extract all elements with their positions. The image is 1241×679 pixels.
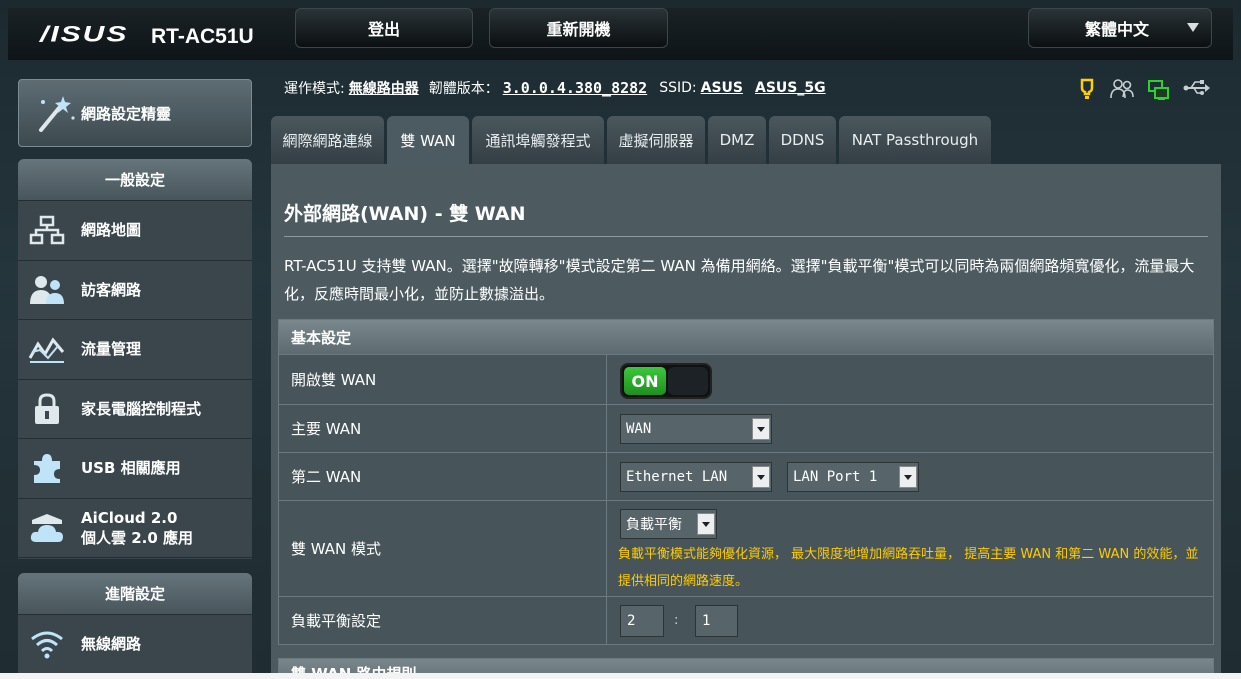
mode-hint: 負載平衡模式能夠優化資源， 最大限度地增加網路吞吐量， 提高主要 WAN 和第二… — [618, 547, 1199, 589]
operation-mode-link[interactable]: 無線路由器 — [349, 78, 419, 98]
tab-dmz[interactable]: DMZ — [708, 116, 766, 164]
chevron-down-icon — [1187, 23, 1199, 32]
asus-logo: /ISUS — [40, 22, 129, 47]
language-label: 繁體中文 — [1085, 20, 1150, 39]
load-balance-label: 負載平衡設定 — [279, 597, 607, 644]
title-divider — [284, 236, 1208, 237]
advanced-settings-title: 進階設定 — [18, 573, 252, 615]
dual-wan-mode-select[interactable]: 負載平衡 — [620, 509, 717, 539]
toggle-on-label: ON — [624, 367, 666, 395]
general-settings-title: 一般設定 — [18, 159, 252, 201]
sidebar-item-usb-application[interactable]: USB 相關應用 — [18, 439, 252, 499]
firmware-label: 韌體版本： — [428, 81, 499, 97]
wizard-label: 網路設定精靈 — [81, 104, 172, 123]
tab-ddns[interactable]: DDNS — [769, 116, 836, 164]
table-row: 主要 WAN WAN — [279, 404, 1213, 452]
sidebar-item-traffic-manager[interactable]: 流量管理 — [18, 320, 252, 380]
dual-wan-toggle[interactable]: ON — [620, 363, 712, 399]
primary-wan-select[interactable]: WAN — [620, 414, 772, 444]
language-select[interactable]: 繁體中文 — [1028, 8, 1212, 48]
status-icons — [1077, 78, 1211, 102]
ssid-label: SSID: — [659, 80, 697, 96]
main-panel: 外部網路(WAN) - 雙 WAN RT-AC51U 支持雙 WAN。選擇"故障… — [271, 164, 1221, 679]
primary-wan-value: WAN — [626, 421, 652, 437]
page-description: RT-AC51U 支持雙 WAN。選擇"故障轉移"模式設定第二 WAN 為備用網… — [284, 257, 1195, 303]
ratio-separator: : — [674, 613, 679, 628]
section-title: 基本設定 — [279, 320, 1213, 354]
quick-setup-wizard-button[interactable]: 網路設定精靈 — [18, 79, 252, 147]
wifi-icon — [28, 627, 66, 661]
basic-config-table: 基本設定 開啟雙 WAN ON 主要 WAN WAN 第二 WAN Ethern… — [278, 319, 1214, 645]
advanced-settings-menu: 進階設定 無線網路 — [18, 573, 252, 679]
aicloud-sublabel: 個人雲 2.0 應用 — [81, 528, 194, 547]
chevron-down-icon — [697, 513, 715, 535]
sidebar-item-guest-network[interactable]: 訪客網路 — [18, 260, 252, 320]
sidebar-item-wireless[interactable]: 無線網路 — [18, 615, 252, 675]
lock-icon — [28, 392, 66, 426]
tab-internet-connection[interactable]: 網際網路連線 — [271, 116, 384, 164]
sidebar-item-aicloud[interactable]: AiCloud 2.0 個人雲 2.0 應用 — [18, 498, 252, 558]
aicloud-label: AiCloud 2.0 — [81, 508, 178, 527]
enable-dual-wan-label: 開啟雙 WAN — [279, 355, 607, 404]
sidebar-item-label: 網路地圖 — [81, 221, 142, 240]
sidebar-item-label: USB 相關應用 — [81, 459, 181, 478]
load-balance-ratio-primary-input[interactable]: 2 — [620, 605, 664, 637]
tab-port-trigger[interactable]: 通訊埠觸發程式 — [472, 116, 604, 164]
notification-bulb-icon[interactable] — [1077, 78, 1097, 100]
traffic-manager-icon — [28, 332, 66, 366]
table-row: 開啟雙 WAN ON — [279, 354, 1213, 404]
chevron-down-icon — [752, 418, 770, 440]
router-model: RT-AC51U — [151, 25, 254, 48]
table-row: 雙 WAN 模式 負載平衡 負載平衡模式能夠優化資源， 最大限度地增加網路吞吐量… — [279, 500, 1213, 596]
lan-port-select[interactable]: LAN Port 1 — [787, 462, 919, 492]
ssid-link-2[interactable]: ASUS_5G — [755, 80, 826, 96]
reboot-button[interactable]: 重新開機 — [489, 8, 668, 48]
logout-button[interactable]: 登出 — [295, 8, 473, 48]
secondary-wan-label: 第二 WAN — [279, 453, 607, 500]
magic-wand-icon — [39, 96, 75, 132]
sidebar-item-label: 流量管理 — [81, 340, 142, 359]
puzzle-icon — [28, 451, 66, 485]
ssid-link-1[interactable]: ASUS — [701, 80, 743, 96]
tab-dual-wan[interactable]: 雙 WAN — [387, 116, 469, 164]
chevron-down-icon — [899, 466, 917, 488]
secondary-wan-value: Ethernet LAN — [626, 469, 728, 485]
secondary-wan-select[interactable]: Ethernet LAN — [620, 462, 772, 492]
window-bottom-edge — [0, 673, 1241, 679]
cloud-icon — [28, 511, 66, 545]
page-title: 外部網路(WAN) - 雙 WAN — [284, 203, 526, 225]
wan-tabs: 網際網路連線 雙 WAN 通訊埠觸發程式 虛擬伺服器 DMZ DDNS NAT … — [271, 116, 991, 164]
operation-mode-label: 運作模式: — [284, 81, 345, 97]
sidebar-item-label: 訪客網路 — [81, 280, 142, 299]
dual-wan-mode-value: 負載平衡 — [626, 517, 682, 533]
general-settings-menu: 一般設定 網路地圖 訪客網路 流量管理 家長電腦控制程式 USB 相關應用 Ai… — [18, 159, 252, 559]
sidebar-item-label: AiCloud 2.0 個人雲 2.0 應用 — [81, 508, 193, 548]
load-balance-ratio-secondary-input[interactable]: 1 — [695, 605, 738, 637]
clients-icon[interactable] — [1109, 78, 1135, 100]
guest-network-icon — [28, 273, 66, 307]
network-status-icon[interactable] — [1147, 78, 1171, 102]
sidebar-item-label: 無線網路 — [81, 635, 142, 654]
chevron-down-icon — [752, 466, 770, 488]
toggle-knob — [668, 367, 708, 395]
tab-nat-passthrough[interactable]: NAT Passthrough — [839, 116, 991, 164]
network-map-icon — [28, 213, 66, 247]
table-row: 第二 WAN Ethernet LAN LAN Port 1 — [279, 452, 1213, 500]
status-bar: 運作模式: 無線路由器 韌體版本： 3.0.0.4.380_8282 SSID:… — [284, 78, 826, 98]
sidebar-item-parental-controls[interactable]: 家長電腦控制程式 — [18, 379, 252, 439]
tab-virtual-server[interactable]: 虛擬伺服器 — [607, 116, 705, 164]
dual-wan-mode-label: 雙 WAN 模式 — [279, 501, 607, 596]
primary-wan-label: 主要 WAN — [279, 405, 607, 452]
sidebar-item-network-map[interactable]: 網路地圖 — [18, 201, 252, 261]
sidebar-item-label: 家長電腦控制程式 — [81, 399, 202, 418]
lan-port-value: LAN Port 1 — [793, 469, 878, 485]
firmware-version-link[interactable]: 3.0.0.4.380_8282 — [503, 79, 648, 97]
usb-icon[interactable] — [1183, 78, 1211, 98]
table-row: 負載平衡設定 2 : 1 — [279, 596, 1213, 644]
